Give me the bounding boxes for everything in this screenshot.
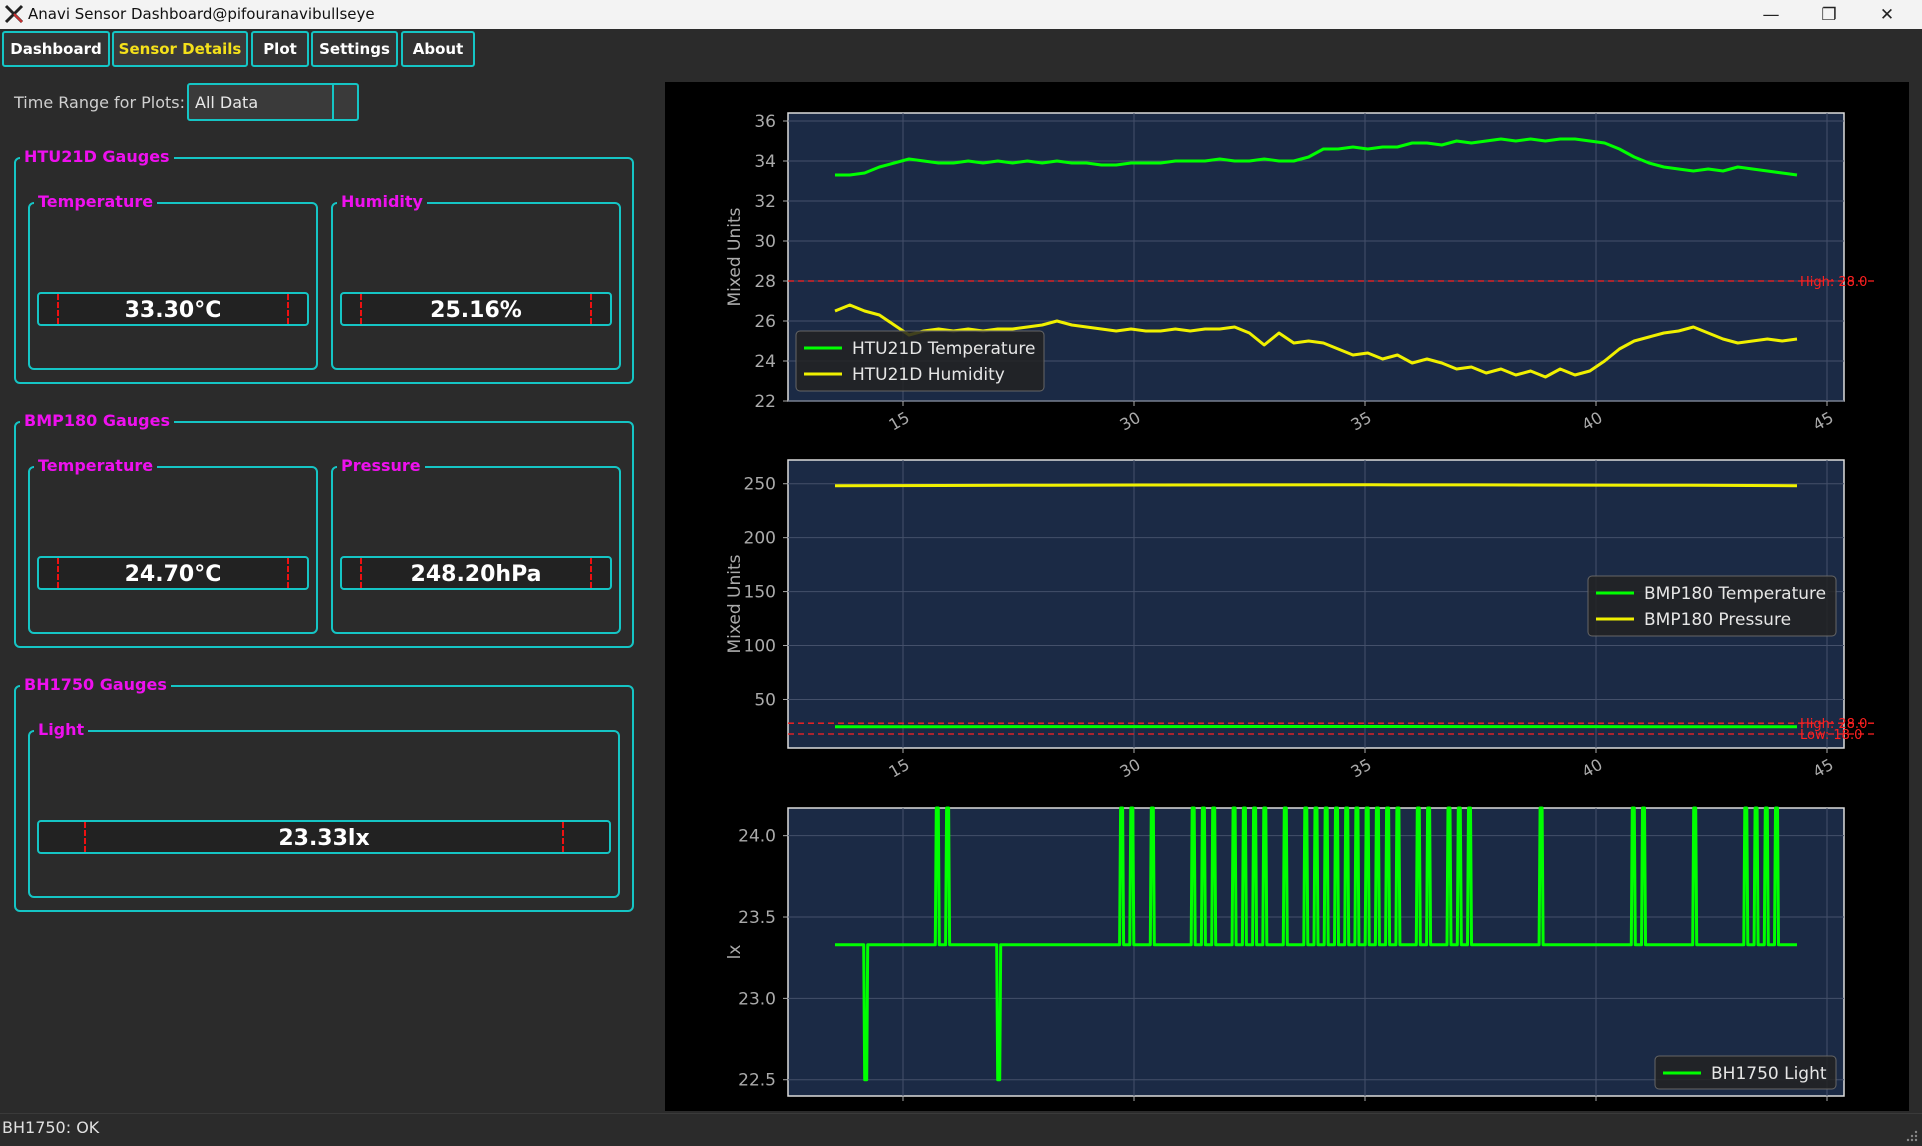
gauge-title: Pressure — [337, 456, 425, 475]
bmp180-temperature-gauge: Temperature 24.70°C — [28, 466, 318, 634]
htu21d-humidity-gauge: Humidity 25.16% — [331, 202, 621, 370]
bh1750-group-title: BH1750 Gauges — [20, 675, 171, 694]
y-tick-label: 28 — [754, 272, 776, 292]
x-tick-label: 40 — [1579, 408, 1606, 435]
gauge-value: 23.33lx — [39, 826, 609, 851]
gauge-value: 25.16% — [342, 298, 610, 323]
y-tick-label: 26 — [754, 312, 776, 332]
x-tick-label: 45 — [1810, 408, 1837, 435]
y-tick-label: 250 — [744, 475, 776, 495]
x-tick-label: 35 — [1348, 755, 1375, 782]
x-tick-label: 45 — [1810, 755, 1837, 782]
y-axis-label: lx — [725, 945, 745, 960]
legend-label: HTU21D Humidity — [852, 365, 1005, 385]
y-axis-label: Mixed Units — [725, 554, 745, 653]
legend-label: BMP180 Pressure — [1644, 610, 1791, 630]
x-tick-label: 40 — [1579, 755, 1606, 782]
bh1750-light-gauge: Light 23.33lx — [28, 730, 620, 898]
tab-dashboard[interactable]: Dashboard — [2, 31, 110, 67]
chart-2: 501001502002501530354045Mixed UnitsHigh:… — [725, 460, 1874, 781]
tab-plot[interactable]: Plot — [251, 31, 309, 67]
gauge-bar: 24.70°C — [37, 556, 309, 590]
status-bar: BH1750: OK — [0, 1113, 1922, 1146]
y-tick-label: 36 — [754, 112, 776, 132]
threshold-label: High: 28.0 — [1800, 275, 1867, 290]
time-range-select[interactable]: All Data — [187, 83, 359, 121]
htu21d-temperature-gauge: Temperature 33.30°C — [28, 202, 318, 370]
x-tick-label: 30 — [1117, 755, 1144, 782]
title-bar: Anavi Sensor Dashboard@pifouranavibullse… — [0, 0, 1922, 29]
gauge-value: 33.30°C — [39, 298, 307, 323]
tab-sensor-details[interactable]: Sensor Details — [112, 31, 248, 67]
gauge-value: 248.20hPa — [342, 562, 610, 587]
gauge-title: Temperature — [34, 456, 157, 475]
gauge-title: Temperature — [34, 192, 157, 211]
tab-settings[interactable]: Settings — [311, 31, 398, 67]
gauge-title: Light — [34, 720, 88, 739]
chart-3: 22.5 23.0 23.5 24.0 lx BH1750 Light — [725, 808, 1844, 1101]
htu21d-group-title: HTU21D Gauges — [20, 147, 174, 166]
y-tick-label: 200 — [744, 529, 776, 549]
y-tick-label: 150 — [744, 583, 776, 603]
restore-icon: ❐ — [1821, 5, 1836, 25]
threshold-label: Low: 18.0 — [1800, 728, 1862, 743]
gauges-panel: Time Range for Plots: All Data HTU21D Ga… — [0, 71, 660, 1111]
bh1750-group: BH1750 Gauges Light 23.33lx — [14, 685, 634, 912]
time-range-label: Time Range for Plots: — [14, 93, 185, 112]
y-tick-label: 24.0 — [738, 827, 776, 847]
gauge-bar: 25.16% — [340, 292, 612, 326]
tab-bar: Dashboard Sensor Details Plot Settings A… — [0, 29, 1922, 71]
y-tick-label: 30 — [754, 232, 776, 252]
legend-label: BH1750 Light — [1711, 1064, 1827, 1084]
restore-button[interactable]: ❐ — [1800, 0, 1858, 29]
y-axis-label: Mixed Units — [725, 207, 745, 306]
plot-area: 22 24 26 28 30 32 34 36 15 30 35 40 45 Mixed Units Hig… — [665, 82, 1909, 1111]
y-tick-label: 24 — [754, 352, 776, 372]
gauge-bar: 23.33lx — [37, 820, 611, 854]
x-tick-label: 35 — [1348, 408, 1375, 435]
y-tick-label: 23.0 — [738, 989, 776, 1009]
minimize-icon: — — [1763, 5, 1780, 25]
charts-svg: 22 24 26 28 30 32 34 36 15 30 35 40 45 Mixed Units Hig… — [665, 82, 1909, 1111]
y-tick-label: 32 — [754, 192, 776, 212]
window-title: Anavi Sensor Dashboard@pifouranavibullse… — [28, 5, 375, 23]
bmp180-pressure-gauge: Pressure 248.20hPa — [331, 466, 621, 634]
y-tick-label: 22.5 — [738, 1071, 776, 1091]
bmp180-group: BMP180 Gauges Temperature 24.70°C Pressu… — [14, 421, 634, 648]
legend-label: HTU21D Temperature — [852, 339, 1035, 359]
chart-1: 22 24 26 28 30 32 34 36 15 30 35 40 45 Mixed Units Hig… — [725, 112, 1874, 434]
y-tick-label: 100 — [744, 637, 776, 657]
gauge-title: Humidity — [337, 192, 427, 211]
app-x-icon — [4, 4, 24, 24]
htu21d-group: HTU21D Gauges Temperature 33.30°C Humidi… — [14, 157, 634, 384]
x-tick-label: 15 — [886, 408, 913, 435]
x-tick-label: 30 — [1117, 408, 1144, 435]
gauge-bar: 248.20hPa — [340, 556, 612, 590]
y-tick-label: 22 — [754, 392, 776, 412]
series-line-2 — [835, 485, 1797, 486]
time-range-value: All Data — [195, 93, 258, 112]
bmp180-group-title: BMP180 Gauges — [20, 411, 174, 430]
resize-grip-icon[interactable] — [1906, 1130, 1918, 1142]
gauge-value: 24.70°C — [39, 562, 307, 587]
minimize-button[interactable]: — — [1742, 0, 1800, 29]
y-tick-label: 34 — [754, 152, 776, 172]
dropdown-divider — [332, 85, 334, 119]
close-button[interactable]: ✕ — [1858, 0, 1916, 29]
close-icon: ✕ — [1880, 5, 1894, 25]
tab-about[interactable]: About — [401, 31, 475, 67]
x-tick-label: 15 — [886, 755, 913, 782]
y-tick-label: 50 — [754, 690, 776, 710]
gauge-bar: 33.30°C — [37, 292, 309, 326]
status-text: BH1750: OK — [2, 1118, 99, 1137]
y-tick-label: 23.5 — [738, 908, 776, 928]
legend-label: BMP180 Temperature — [1644, 584, 1826, 604]
